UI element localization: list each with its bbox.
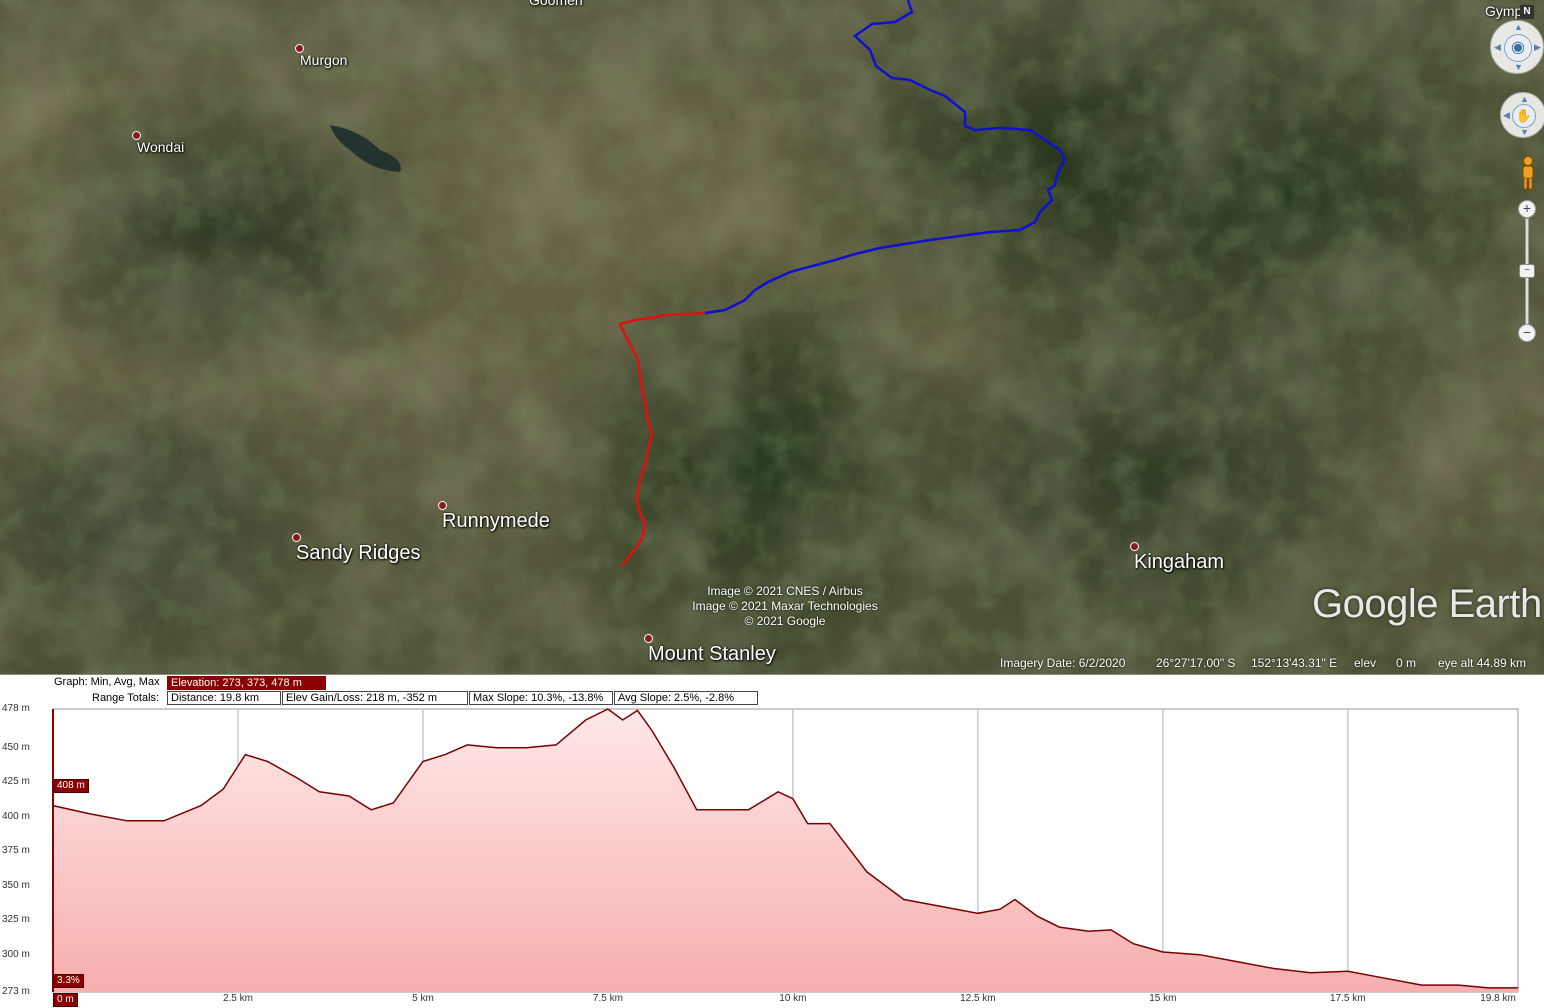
- place-murgon[interactable]: Murgon: [295, 44, 348, 68]
- y-tick-label: 300 m: [2, 948, 30, 960]
- zoom-slider[interactable]: + − −: [1518, 200, 1536, 344]
- place-marker-icon: [295, 44, 304, 53]
- x-tick-label: 10 km: [779, 993, 807, 1004]
- zoom-thumb[interactable]: −: [1519, 264, 1535, 278]
- hand-icon[interactable]: ✋: [1512, 104, 1536, 128]
- x-tick-label: 15 km: [1149, 993, 1177, 1004]
- max-slope-box[interactable]: Max Slope: 10.3%, -13.8%: [469, 691, 613, 705]
- place-kingaham[interactable]: Kingaham: [1130, 542, 1225, 574]
- place-marker-icon: [644, 634, 653, 643]
- place-label: Goomeri: [529, 0, 583, 8]
- place-marker-icon: [292, 533, 301, 542]
- elevation-profile-panel: [0, 674, 1544, 1008]
- place-wondai[interactable]: Wondai: [132, 131, 185, 155]
- arrow-left-icon[interactable]: ◀: [1503, 110, 1510, 121]
- cursor-slope-tag: 3.3%: [53, 974, 84, 988]
- y-tick-label: 350 m: [2, 879, 30, 891]
- imagery-attribution: Image © 2021 CNES / Airbus Image © 2021 …: [660, 584, 910, 629]
- arrow-right-icon[interactable]: ▶: [1534, 42, 1541, 53]
- arrow-up-icon[interactable]: ▲: [1514, 22, 1523, 32]
- longitude-readout: 152°13'43.31" E: [1251, 656, 1338, 670]
- place-sandy-ridges[interactable]: Sandy Ridges: [292, 533, 421, 565]
- zoom-out-button[interactable]: −: [1518, 324, 1536, 342]
- x-tick-label: 7.5 km: [592, 993, 623, 1004]
- elev-gain-loss-box[interactable]: Elev Gain/Loss: 218 m, -352 m: [282, 691, 468, 705]
- attribution-line: © 2021 Google: [744, 614, 826, 628]
- look-joystick[interactable]: ▲ ▼ ◀ ▶ ◉: [1490, 20, 1544, 74]
- place-label: Sandy Ridges: [296, 542, 421, 564]
- x-tick-label: 12.5 km: [960, 993, 996, 1004]
- cursor-distance-tag: 0 m: [53, 993, 78, 1007]
- y-tick-label: 400 m: [2, 810, 30, 822]
- graph-label: Graph: Min, Avg, Max: [54, 676, 160, 688]
- arrow-up-icon[interactable]: ▲: [1520, 94, 1529, 104]
- north-indicator[interactable]: N: [1520, 5, 1534, 19]
- arrow-down-icon[interactable]: ▼: [1520, 127, 1529, 137]
- place-marker-icon: [438, 501, 447, 510]
- elev-readout: 0 m: [1396, 656, 1417, 670]
- range-totals-label: Range Totals:: [92, 692, 160, 704]
- x-tick-label: 19.8 km: [1480, 993, 1516, 1004]
- y-tick-label: 273 m: [2, 986, 30, 997]
- y-tick-label: 478 m: [2, 703, 30, 714]
- terrain-texture: [0, 0, 1544, 674]
- y-tick-label: 425 m: [2, 776, 30, 788]
- attribution-line: Image © 2021 CNES / Airbus: [707, 584, 863, 598]
- place-label: Runnymede: [442, 510, 550, 532]
- map-view[interactable]: Goomeri Gympie Murgon Wondai Runnymede S…: [0, 0, 1544, 674]
- arrow-left-icon[interactable]: ◀: [1494, 42, 1501, 53]
- avg-slope-box[interactable]: Avg Slope: 2.5%, -2.8%: [614, 691, 758, 705]
- elevation-stat-box[interactable]: Elevation: 273, 373, 478 m: [167, 676, 326, 690]
- street-view-pegman-icon[interactable]: [1518, 155, 1538, 191]
- place-marker-icon: [1130, 542, 1139, 551]
- place-label: Wondai: [137, 139, 185, 155]
- x-tick-label: 17.5 km: [1330, 993, 1366, 1004]
- eye-alt-readout: eye alt 44.89 km: [1438, 656, 1527, 670]
- attribution-line: Image © 2021 Maxar Technologies: [692, 599, 878, 613]
- move-joystick[interactable]: ▲ ▼ ◀ ✋: [1500, 92, 1544, 138]
- x-tick-label: 2.5 km: [222, 993, 253, 1004]
- y-tick-label: 375 m: [2, 845, 30, 857]
- place-marker-icon: [132, 131, 141, 140]
- eye-icon[interactable]: ◉: [1504, 34, 1532, 62]
- y-tick-label: 450 m: [2, 741, 30, 753]
- place-goomeri[interactable]: Goomeri: [529, 0, 583, 8]
- place-runnymede[interactable]: Runnymede: [438, 501, 550, 533]
- y-tick-label: 325 m: [2, 914, 30, 926]
- elev-label: elev: [1354, 656, 1377, 670]
- arrow-down-icon[interactable]: ▼: [1514, 62, 1523, 72]
- distance-stat-box[interactable]: Distance: 19.8 km: [167, 691, 281, 705]
- place-label: Kingaham: [1134, 551, 1225, 573]
- cursor-elevation-tag: 408 m: [53, 779, 89, 793]
- status-bar: Imagery Date: 6/2/2020 26°27'17.00" S 15…: [0, 654, 1544, 674]
- latitude-readout: 26°27'17.00" S: [1156, 656, 1236, 670]
- x-tick-label: 5 km: [412, 993, 434, 1004]
- zoom-in-button[interactable]: +: [1518, 200, 1536, 218]
- google-earth-window: Goomeri Gympie Murgon Wondai Runnymede S…: [0, 0, 1544, 1008]
- place-label: Murgon: [300, 52, 348, 68]
- google-earth-logo: Google Earth: [1312, 582, 1542, 626]
- imagery-date: Imagery Date: 6/2/2020: [1000, 656, 1126, 670]
